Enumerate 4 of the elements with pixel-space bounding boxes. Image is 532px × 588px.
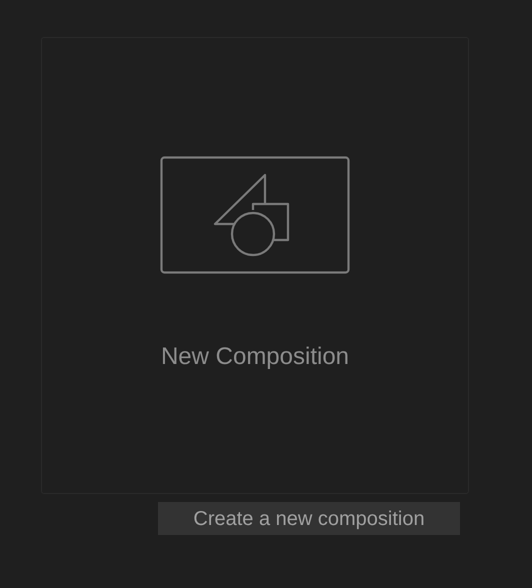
tooltip: Create a new composition bbox=[158, 502, 460, 535]
composition-icon bbox=[160, 156, 350, 274]
new-composition-card[interactable]: New Composition bbox=[41, 37, 469, 494]
card-label: New Composition bbox=[160, 342, 350, 372]
